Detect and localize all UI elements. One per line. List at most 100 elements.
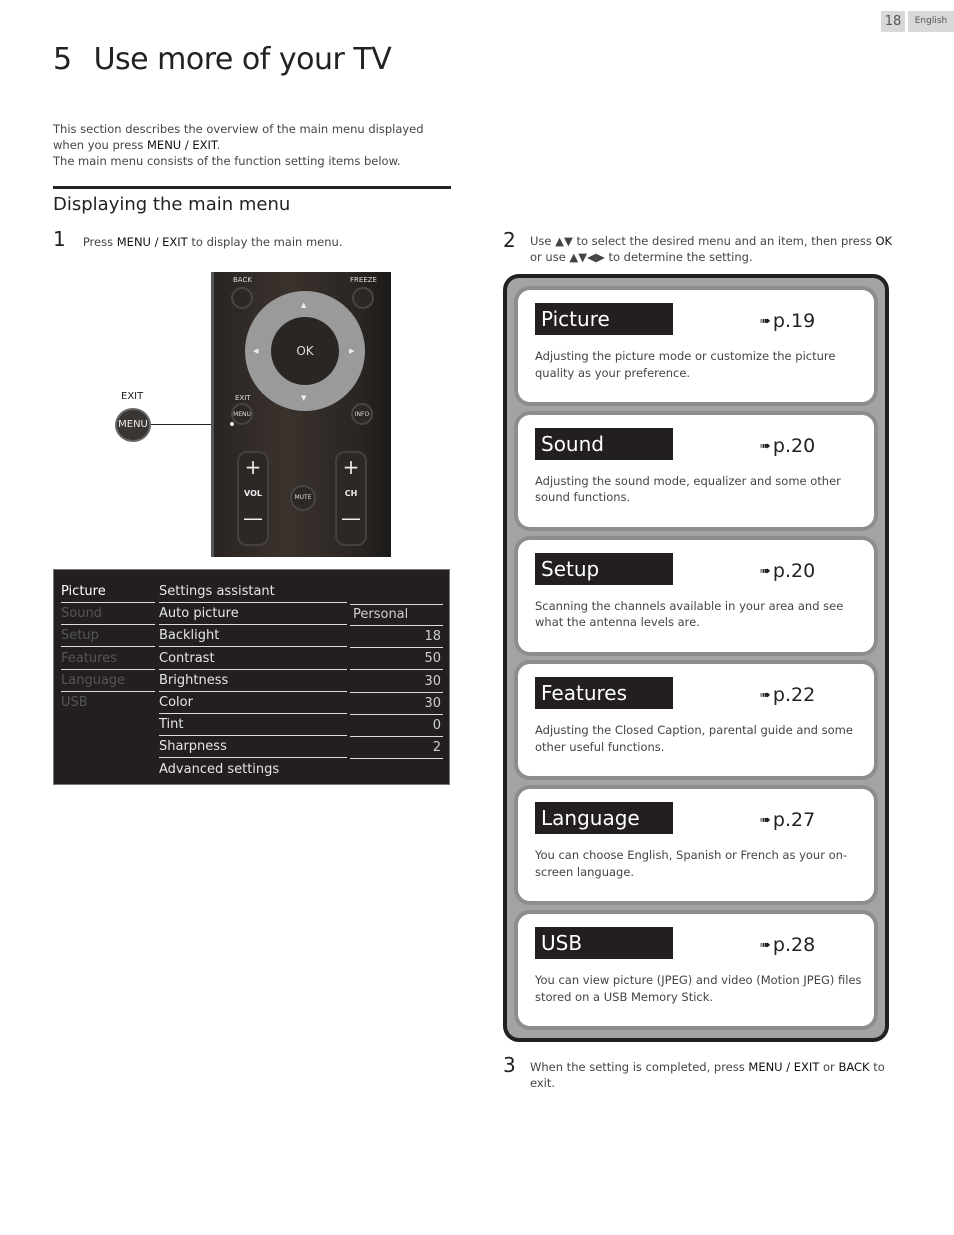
card-title: Language [535, 802, 673, 835]
step-text-pre: Use ▲▼ to select the desired menu and an… [530, 234, 876, 248]
page-ref-text: p.28 [772, 934, 816, 956]
vol-plus-icon: + [244, 455, 262, 479]
back-label: BACK [233, 276, 252, 284]
page-reference: ➠ p.27 [760, 809, 815, 831]
step-number: 2 [503, 228, 516, 252]
page-reference: ➠ p.20 [760, 560, 815, 582]
page-ref-text: p.27 [772, 809, 816, 832]
vol-label: VOL [244, 489, 262, 498]
tv-menu-screenshot: Picture Sound Setup Features Language USB Set… [53, 569, 450, 785]
step-key-back: BACK [838, 1060, 870, 1074]
vol-minus-icon: — [243, 506, 263, 530]
menu-card-usb: USB ➠ p.28 You can view picture (JPEG) and … [518, 914, 874, 1026]
ch-minus-icon: — [341, 506, 361, 530]
step-text: When the setting is completed, press MEN… [530, 1053, 893, 1091]
menu-category-sound: Sound [61, 604, 155, 626]
callout-exit-label: EXIT [121, 391, 144, 402]
info-button: INFO [351, 403, 373, 425]
freeze-button [352, 287, 374, 309]
page-ref-text: p.19 [772, 310, 816, 332]
menu-card-features: Features ➠ p.22 Adjusting the Closed Captio… [518, 664, 874, 777]
card-description: You can view picture (JPEG) and video (M… [535, 973, 862, 1004]
remote-control: BACK FREEZE OK ▲ ▼ ◀ ▶ EXIT MENU INFO + … [211, 272, 391, 557]
back-button [231, 287, 253, 309]
page-number: 18 [881, 11, 905, 32]
dpad-ring: OK ▲ ▼ ◀ ▶ [245, 291, 365, 411]
card-description: Adjusting the Closed Caption, parental g… [535, 723, 853, 754]
card-description: Adjusting the sound mode, equalizer and … [535, 473, 841, 505]
ch-plus-icon: + [342, 455, 360, 479]
step-2: 2 Use ▲▼ to select the desired menu and … [503, 228, 893, 265]
menu-item-value: 50 [350, 649, 443, 671]
menu-category-usb: USB [61, 694, 88, 710]
menu-item-label: Advanced settings [159, 761, 280, 777]
intro-line2: The main menu consists of the function s… [53, 154, 401, 168]
arrow-right-icon: ➠ [760, 438, 771, 454]
card-title: Sound [535, 427, 673, 460]
menu-item-label: Auto picture [159, 604, 347, 626]
step-key: MENU / EXIT [116, 235, 188, 249]
menu-overview-panel: Picture ➠ p.19 Adjusting the picture mode o… [503, 274, 889, 1042]
arrow-left-icon: ◀ [253, 347, 259, 355]
menu-item-label: Contrast [159, 649, 347, 670]
card-description: Scanning the channels available in your … [535, 598, 844, 630]
section-title: Displaying the main menu [53, 194, 291, 215]
card-description: You can choose English, Spanish or Frenc… [535, 848, 848, 879]
section-rule [53, 186, 451, 189]
menu-card-setup: Setup ➠ p.20 Scanning the channels availabl… [518, 539, 874, 652]
card-title: Features [535, 677, 673, 710]
step-text-pre: Press [82, 235, 117, 249]
volume-rocker: + VOL — [237, 451, 269, 546]
card-description: Adjusting the picture mode or customize … [535, 349, 836, 380]
menu-item-value: Personal [350, 605, 443, 626]
menu-item-value: 18 [350, 627, 443, 649]
page-ref-text: p.22 [772, 684, 816, 707]
arrow-right-icon: ➠ [760, 813, 771, 829]
menu-category-features: Features [61, 649, 155, 670]
step-text-mid: or [819, 1060, 839, 1074]
step-text-pre: When the setting is completed, press [530, 1060, 749, 1074]
menu-category-language: Language [61, 671, 155, 692]
card-title: USB [535, 927, 673, 959]
menu-item-value: 30 [350, 694, 443, 715]
intro-line1: This section describes the overview of t… [53, 122, 424, 152]
menu-card-picture: Picture ➠ p.19 Adjusting the picture mode o… [518, 290, 874, 402]
menu-item-label: Tint [159, 715, 347, 737]
step-1: 1 Press MENU / EXIT to display the main … [53, 227, 343, 251]
page-reference: ➠ p.22 [760, 684, 815, 706]
ch-label: CH [344, 489, 358, 498]
menu-item-label: Brightness [159, 671, 347, 692]
intro-period: . [216, 138, 221, 152]
arrow-right-icon: ➠ [760, 938, 771, 953]
language-tab: English [908, 11, 954, 32]
menu-card-sound: Sound ➠ p.20 Adjusting the sound mode, equa… [518, 414, 874, 527]
arrow-right-icon: ▶ [349, 347, 355, 355]
freeze-label: FREEZE [350, 276, 377, 284]
step-number: 3 [503, 1053, 516, 1077]
step-3: 3 When the setting is completed, press M… [503, 1053, 893, 1091]
step-key: MENU / EXIT [748, 1060, 820, 1074]
menu-item-label: Backlight [159, 626, 347, 648]
menu-item-value: 30 [350, 672, 443, 693]
chapter-title: Use more of your TV [93, 42, 392, 77]
callout-menu-button: MENU [115, 408, 151, 442]
arrow-right-icon: ➠ [760, 688, 771, 704]
intro-text: This section describes the overview of t… [53, 121, 451, 169]
arrow-right-icon: ➠ [760, 563, 771, 579]
menu-category-setup: Setup [61, 626, 155, 648]
menu-items: Settings assistant Auto picture Backlight C… [159, 582, 347, 782]
menu-card-language: Language ➠ p.27 You can choose English, Spa… [518, 789, 874, 902]
arrow-right-icon: ➠ [760, 314, 771, 329]
page-ref-text: p.20 [772, 559, 816, 582]
callout-dot [229, 421, 235, 427]
page-reference: ➠ p.28 [760, 934, 815, 956]
menu-exit-key: MENU / EXIT [147, 138, 217, 152]
menu-item-label: Settings assistant [159, 582, 347, 603]
arrow-up-icon: ▲ [301, 301, 307, 309]
channel-rocker: + CH — [335, 451, 367, 546]
page-ref-text: p.20 [772, 434, 816, 457]
page-title: 5 Use more of your TV [53, 42, 392, 77]
mute-button: MUTE [290, 485, 316, 511]
menu-item-label: Color [159, 693, 347, 714]
card-title: Picture [535, 303, 673, 335]
